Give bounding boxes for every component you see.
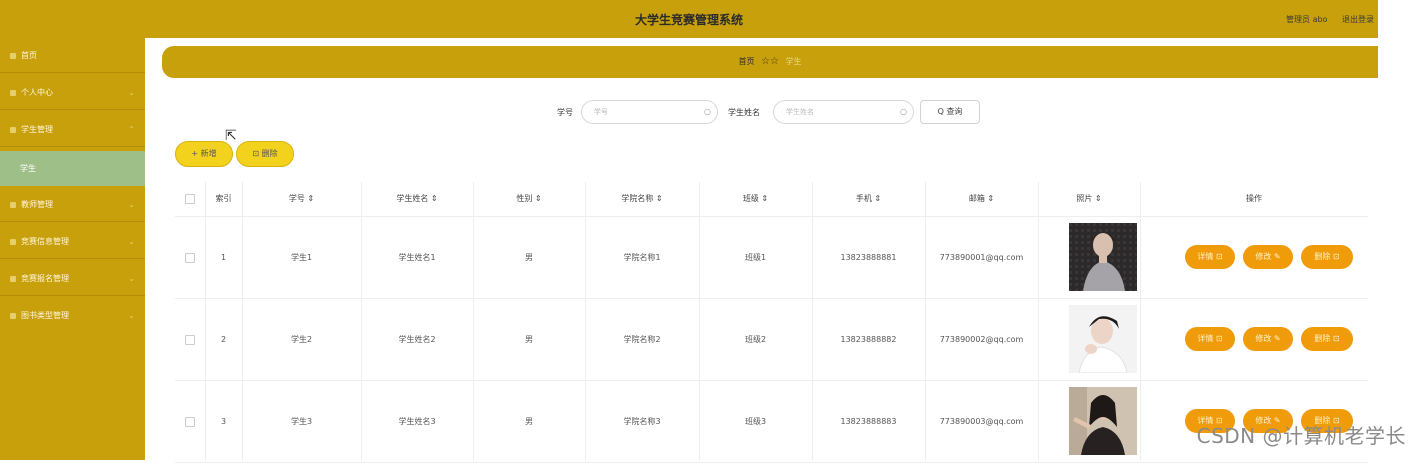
row-college: 学院名称3 <box>623 417 661 426</box>
menu-icon <box>10 275 16 282</box>
row-index: 3 <box>220 417 227 426</box>
header-user-area: 管理员 abo 退出登录 <box>1274 14 1374 25</box>
row-checkbox[interactable] <box>175 217 205 298</box>
row-student-id: 学生2 <box>290 335 313 344</box>
column-student-name[interactable]: 学生姓名 ⇕ <box>361 182 473 216</box>
row-checkbox[interactable] <box>175 299 205 380</box>
search-bar: 学号 学号 ○ 学生姓名 学生姓名 ○ Q 查询 <box>0 100 1378 126</box>
row-student-name: 学生姓名2 <box>398 335 436 344</box>
search-icon: ○ <box>704 107 711 116</box>
table-header: 索引 学号 ⇕ 学生姓名 ⇕ 性别 ⇕ 学院名称 ⇕ 班级 ⇕ 手机 ⇕ 邮箱 … <box>175 182 1368 217</box>
row-student-name: 学生姓名3 <box>398 417 436 426</box>
row-student-name: 学生姓名1 <box>398 253 436 262</box>
sidebar-item-label: 竞赛信息管理 <box>21 237 69 246</box>
column-index: 索引 <box>215 194 232 203</box>
home-icon <box>10 52 16 59</box>
select-all-checkbox[interactable] <box>175 182 205 216</box>
right-gutter <box>1378 0 1412 460</box>
app-title: 大学生竞赛管理系统 <box>634 13 743 27</box>
student-photo <box>1069 223 1137 291</box>
sidebar-item-book-type[interactable]: 图书类型管理 ⌄ <box>0 298 145 333</box>
row-delete-button[interactable]: 删除 ⊡ <box>1301 245 1353 269</box>
row-email: 773890001@qq.com <box>939 253 1024 262</box>
delete-button[interactable]: ⊡ 删除 <box>236 141 294 167</box>
sidebar-item-label: 个人中心 <box>21 88 53 97</box>
column-gender[interactable]: 性别 ⇕ <box>473 182 585 216</box>
detail-button[interactable]: 详情 ⊡ <box>1185 245 1235 269</box>
star-icon: ☆☆ <box>761 56 779 67</box>
student-name-input[interactable]: 学生姓名 ○ <box>773 100 914 124</box>
column-actions: 操作 <box>1246 194 1262 203</box>
row-class: 班级1 <box>744 253 767 262</box>
menu-icon <box>10 312 16 319</box>
row-phone: 13823888882 <box>840 335 897 344</box>
detail-button[interactable]: 详情 ⊡ <box>1185 327 1235 351</box>
column-email[interactable]: 邮箱 ⇕ <box>925 182 1038 216</box>
student-photo <box>1069 305 1137 373</box>
row-gender: 男 <box>525 417 533 426</box>
admin-user-label: 管理员 abo <box>1286 15 1328 24</box>
row-class: 班级2 <box>744 335 767 344</box>
student-name-label: 学生姓名 <box>728 108 760 117</box>
breadcrumb-home[interactable]: 首页 <box>738 57 754 66</box>
row-class: 班级3 <box>744 417 767 426</box>
search-icon: ○ <box>900 107 907 116</box>
menu-icon <box>10 201 16 208</box>
edit-button[interactable]: 修改 ✎ <box>1243 245 1293 269</box>
column-class[interactable]: 班级 ⇕ <box>699 182 812 216</box>
column-phone[interactable]: 手机 ⇕ <box>812 182 925 216</box>
student-id-placeholder: 学号 <box>594 108 608 116</box>
student-id-input[interactable]: 学号 ○ <box>581 100 718 124</box>
column-photo[interactable]: 照片 ⇕ <box>1038 182 1140 216</box>
chevron-down-icon: ⌄ <box>128 311 135 320</box>
student-name-placeholder: 学生姓名 <box>786 108 814 116</box>
search-button[interactable]: Q 查询 <box>920 100 980 124</box>
breadcrumb-current: 学生 <box>785 57 802 66</box>
sidebar-item-teacher-management[interactable]: 教师管理 ⌄ <box>0 187 145 222</box>
watermark-text: CSDN @计算机老学长 <box>1196 424 1406 448</box>
breadcrumb: 首页 ☆☆ 学生 <box>162 46 1378 78</box>
student-photo <box>1069 387 1137 455</box>
sidebar-item-competition-signup[interactable]: 竞赛报名管理 ⌄ <box>0 261 145 296</box>
table-row: 3 学生3 学生姓名3 男 学院名称3 班级3 13823888883 7738… <box>175 381 1368 463</box>
sidebar-item-label: 学生管理 <box>21 125 53 134</box>
row-email: 773890003@qq.com <box>939 417 1024 426</box>
logout-link[interactable]: 退出登录 <box>1342 15 1374 24</box>
row-email: 773890002@qq.com <box>939 335 1024 344</box>
row-index: 2 <box>220 335 227 344</box>
table-row: 1 学生1 学生姓名1 男 学院名称1 班级1 13823888881 7738… <box>175 217 1368 299</box>
row-student-id: 学生3 <box>290 417 313 426</box>
row-student-id: 学生1 <box>290 253 313 262</box>
sidebar-item-home[interactable]: 首页 <box>0 38 145 73</box>
sidebar-item-label: 首页 <box>21 51 37 60</box>
student-id-label: 学号 <box>557 108 573 117</box>
chevron-down-icon: ⌄ <box>128 200 135 209</box>
column-student-id[interactable]: 学号 ⇕ <box>242 182 361 216</box>
row-gender: 男 <box>525 253 533 262</box>
chevron-down-icon: ⌄ <box>128 274 135 283</box>
add-button[interactable]: + 新增 <box>175 141 233 167</box>
user-icon <box>10 89 16 96</box>
row-checkbox[interactable] <box>175 381 205 462</box>
top-header: 大学生竞赛管理系统 管理员 abo 退出登录 <box>0 0 1378 38</box>
mouse-cursor-icon: ⇱ <box>225 128 237 144</box>
row-delete-button[interactable]: 删除 ⊡ <box>1301 327 1353 351</box>
table-row: 2 学生2 学生姓名2 男 学院名称2 班级2 13823888882 7738… <box>175 299 1368 381</box>
column-college[interactable]: 学院名称 ⇕ <box>585 182 699 216</box>
sidebar-item-label: 教师管理 <box>21 200 53 209</box>
row-index: 1 <box>220 253 227 262</box>
edit-button[interactable]: 修改 ✎ <box>1243 327 1293 351</box>
menu-icon <box>10 238 16 245</box>
row-phone: 13823888883 <box>840 417 897 426</box>
row-college: 学院名称1 <box>623 253 661 262</box>
row-phone: 13823888881 <box>840 253 897 262</box>
sidebar-subitem-student[interactable]: 学生 <box>0 151 145 186</box>
sidebar-item-competition-info[interactable]: 竞赛信息管理 ⌄ <box>0 224 145 259</box>
row-college: 学院名称2 <box>623 335 661 344</box>
row-gender: 男 <box>525 335 533 344</box>
sidebar-item-label: 图书类型管理 <box>21 311 69 320</box>
chevron-down-icon: ⌄ <box>128 237 135 246</box>
menu-icon <box>10 126 16 133</box>
sidebar-item-label: 竞赛报名管理 <box>21 274 69 283</box>
